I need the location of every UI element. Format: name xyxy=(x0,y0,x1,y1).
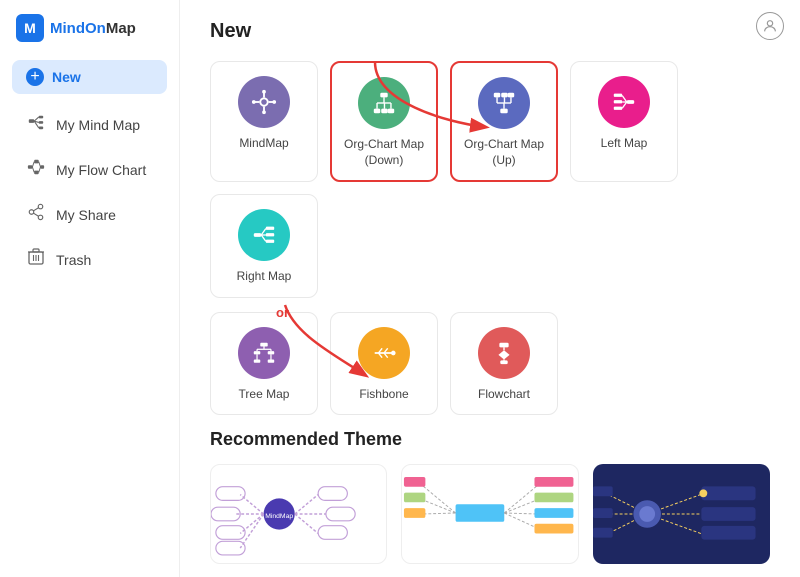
main-content: New MindMap Org-Chart Map(Down) Org-Char… xyxy=(180,0,800,577)
user-icon[interactable] xyxy=(756,12,784,40)
my-flow-chart-label: My Flow Chart xyxy=(56,162,146,178)
right-map-icon xyxy=(238,209,290,261)
plus-icon: + xyxy=(26,68,44,86)
tree-map-icon xyxy=(238,327,290,379)
org-chart-up-label: Org-Chart Map (Up) xyxy=(462,137,546,168)
map-card-fishbone[interactable]: Fishbone xyxy=(330,312,438,416)
sidebar-item-my-mind-map[interactable]: My Mind Map xyxy=(6,103,173,146)
logo: M MindOnMap xyxy=(0,0,179,56)
share-icon xyxy=(26,203,46,226)
fishbone-label: Fishbone xyxy=(359,387,408,403)
map-grid-row2: Tree Map Fishbone Flowchart xyxy=(210,312,770,416)
org-chart-down-icon xyxy=(358,77,410,129)
theme-card-2[interactable] xyxy=(401,464,578,564)
map-card-org-chart-down[interactable]: Org-Chart Map(Down) xyxy=(330,61,438,182)
org-chart-down-label: Org-Chart Map(Down) xyxy=(344,137,424,168)
left-map-icon xyxy=(598,76,650,128)
mind-map-icon xyxy=(26,113,46,136)
trash-icon xyxy=(26,248,46,271)
recommended-theme-title: Recommended Theme xyxy=(210,429,770,450)
new-label: New xyxy=(52,69,81,85)
flowchart-label: Flowchart xyxy=(478,387,530,403)
sidebar-item-my-flow-chart[interactable]: My Flow Chart xyxy=(6,148,173,191)
map-card-left-map[interactable]: Left Map xyxy=(570,61,678,182)
map-card-mindmap[interactable]: MindMap xyxy=(210,61,318,182)
right-map-label: Right Map xyxy=(237,269,292,285)
logo-text: MindOnMap xyxy=(50,20,136,37)
map-card-right-map[interactable]: Right Map xyxy=(210,194,318,298)
my-mind-map-label: My Mind Map xyxy=(56,117,140,133)
flowchart-icon xyxy=(478,327,530,379)
logo-icon: M xyxy=(16,14,44,42)
svg-text:MindMap: MindMap xyxy=(265,513,293,520)
org-chart-up-icon xyxy=(478,77,530,129)
map-card-org-chart-up[interactable]: Org-Chart Map (Up) xyxy=(450,61,558,182)
fishbone-icon xyxy=(358,327,410,379)
mindmap-label: MindMap xyxy=(239,136,288,152)
map-grid-row1: MindMap Org-Chart Map(Down) Org-Chart Ma… xyxy=(210,61,770,298)
new-section-title: New xyxy=(210,20,770,43)
theme-card-3[interactable] xyxy=(593,464,770,564)
sidebar-item-my-share[interactable]: My Share xyxy=(6,193,173,236)
sidebar-item-trash[interactable]: Trash xyxy=(6,238,173,281)
or-label: or xyxy=(276,305,289,320)
trash-label: Trash xyxy=(56,252,91,268)
sidebar: M MindOnMap + New My Mind Map My Flow Ch… xyxy=(0,0,180,577)
mindmap-icon xyxy=(238,76,290,128)
left-map-label: Left Map xyxy=(601,136,648,152)
theme-card-1[interactable]: MindMap xyxy=(210,464,387,564)
flow-chart-icon xyxy=(26,158,46,181)
my-share-label: My Share xyxy=(56,207,116,223)
theme-grid: MindMap xyxy=(210,464,770,577)
map-card-tree-map[interactable]: Tree Map xyxy=(210,312,318,416)
tree-map-label: Tree Map xyxy=(239,387,290,403)
new-button[interactable]: + New xyxy=(12,60,167,94)
map-card-flowchart[interactable]: Flowchart xyxy=(450,312,558,416)
